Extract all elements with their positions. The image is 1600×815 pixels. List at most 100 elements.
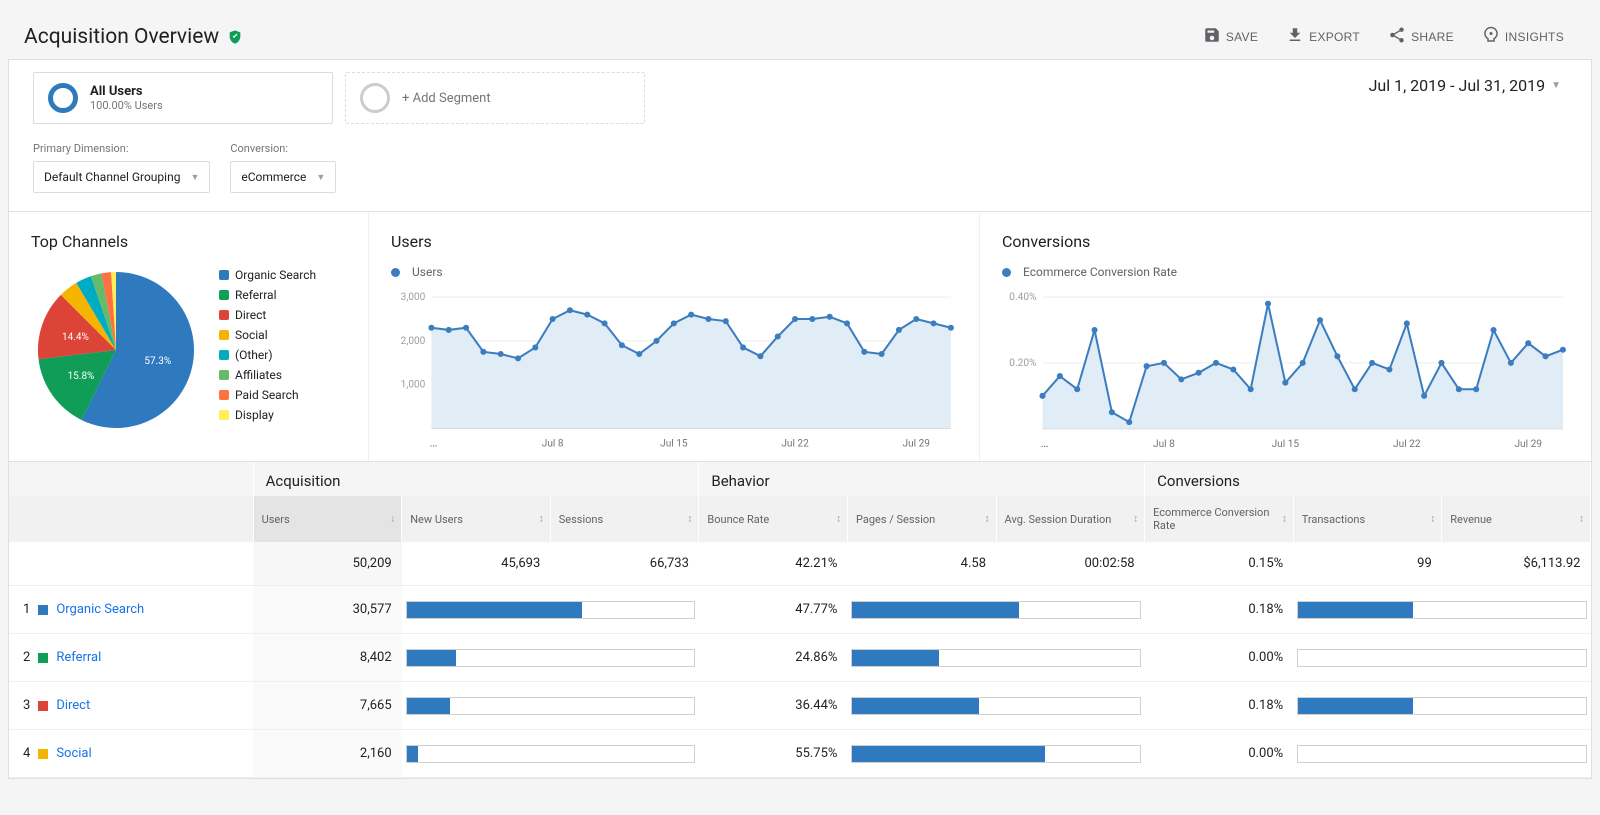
users-title: Users (391, 232, 957, 251)
table-row: 1 Organic Search 30,57747.77%0.18% (9, 586, 1591, 634)
legend-label: Display (235, 408, 274, 422)
svg-text:Jul 22: Jul 22 (1393, 439, 1421, 450)
bar (851, 601, 1140, 619)
bar (1297, 697, 1586, 715)
svg-text:1,000: 1,000 (401, 380, 426, 391)
page-title: Acquisition Overview (24, 25, 219, 49)
bar (406, 745, 695, 763)
svg-text:15.8%: 15.8% (68, 371, 95, 382)
table-row: 3 Direct 7,66536.44%0.18% (9, 682, 1591, 730)
save-button[interactable]: SAVE (1191, 18, 1270, 55)
users-panel: Users Users 1,0002,0003,000…Jul 8Jul 15J… (369, 212, 980, 461)
conversions-panel: Conversions Ecommerce Conversion Rate 0.… (980, 212, 1591, 461)
export-label: EXPORT (1309, 30, 1360, 44)
svg-text:Jul 8: Jul 8 (542, 439, 564, 450)
col-bounce[interactable]: Bounce Rate↕ (699, 496, 848, 542)
legend-swatch-icon (219, 290, 229, 300)
legend-item[interactable]: Organic Search (219, 265, 316, 285)
segment-name: All Users (90, 84, 163, 99)
top-channels-title: Top Channels (31, 232, 346, 251)
bar (406, 649, 695, 667)
legend-swatch-icon (219, 330, 229, 340)
svg-text:Jul 8: Jul 8 (1153, 439, 1175, 450)
legend-label: Social (235, 328, 268, 342)
segment-all-users[interactable]: All Users 100.00% Users (33, 72, 333, 124)
col-trans[interactable]: Transactions↕ (1293, 496, 1442, 542)
col-group-acquisition: Acquisition (253, 462, 699, 496)
legend-item[interactable]: Display (219, 405, 316, 425)
bar (1297, 601, 1586, 619)
caret-down-icon: ▼ (1551, 80, 1561, 91)
col-dur[interactable]: Avg. Session Duration↕ (996, 496, 1145, 542)
col-new-users[interactable]: New Users↕ (402, 496, 551, 542)
legend-item[interactable]: Social (219, 325, 316, 345)
bar (851, 697, 1140, 715)
row-swatch-icon (38, 701, 48, 711)
col-group-blank (9, 462, 253, 496)
segment-circle-empty-icon (360, 83, 390, 113)
row-channel-link[interactable]: Organic Search (56, 602, 144, 617)
row-channel-link[interactable]: Social (56, 746, 91, 761)
conversion-dropdown[interactable]: eCommerce ▼ (230, 161, 336, 193)
insights-button[interactable]: INSIGHTS (1470, 18, 1576, 55)
bar (851, 745, 1140, 763)
svg-text:Jul 22: Jul 22 (781, 439, 809, 450)
bar (1297, 745, 1586, 763)
col-blank[interactable] (9, 496, 253, 542)
col-users[interactable]: Users↓ (253, 496, 402, 542)
svg-text:Jul 29: Jul 29 (1514, 439, 1542, 450)
legend-item[interactable]: Paid Search (219, 385, 316, 405)
col-ecr[interactable]: Ecommerce Conversion Rate↕ (1145, 496, 1294, 542)
row-swatch-icon (38, 653, 48, 663)
top-channels-pie: 57.3%15.8%14.4% (31, 265, 201, 435)
legend-label: Organic Search (235, 268, 316, 282)
segment-circle-icon (48, 83, 78, 113)
verified-shield-icon (227, 29, 243, 45)
legend-item[interactable]: Referral (219, 285, 316, 305)
bar (406, 601, 695, 619)
date-range-picker[interactable]: Jul 1, 2019 - Jul 31, 2019 ▼ (1363, 60, 1567, 111)
legend-swatch-icon (219, 310, 229, 320)
export-button[interactable]: EXPORT (1274, 18, 1372, 55)
save-label: SAVE (1226, 30, 1258, 44)
dot-icon (1002, 268, 1011, 277)
conversion-value: eCommerce (241, 170, 306, 184)
share-icon (1388, 26, 1406, 47)
col-pps[interactable]: Pages / Session↕ (847, 496, 996, 542)
col-rev[interactable]: Revenue↕ (1442, 496, 1591, 542)
export-icon (1286, 26, 1304, 47)
dot-icon (391, 268, 400, 277)
row-channel-link[interactable]: Direct (56, 698, 90, 713)
users-legend: Users (391, 265, 957, 279)
primary-dimension-value: Default Channel Grouping (44, 170, 180, 184)
row-channel-link[interactable]: Referral (56, 650, 101, 665)
row-swatch-icon (38, 749, 48, 759)
legend-label: Paid Search (235, 388, 299, 402)
share-button[interactable]: SHARE (1376, 18, 1466, 55)
svg-text:57.3%: 57.3% (144, 356, 171, 367)
conversions-chart: 0.20%0.40%…Jul 8Jul 15Jul 22Jul 29 (1002, 289, 1569, 449)
legend-label: Direct (235, 308, 266, 322)
legend-label: Referral (235, 288, 277, 302)
top-channels-panel: Top Channels 57.3%15.8%14.4% Organic Sea… (9, 212, 369, 461)
legend-item[interactable]: Affiliates (219, 365, 316, 385)
caret-down-icon: ▼ (190, 172, 199, 183)
add-segment-button[interactable]: + Add Segment (345, 72, 645, 124)
bar (1297, 649, 1586, 667)
users-chart: 1,0002,0003,000…Jul 8Jul 15Jul 22Jul 29 (391, 289, 957, 449)
legend-label: Affiliates (235, 368, 282, 382)
svg-text:…: … (1040, 436, 1048, 450)
row-index: 1 (23, 602, 30, 617)
segment-subtitle: 100.00% Users (90, 99, 163, 112)
legend-item[interactable]: Direct (219, 305, 316, 325)
col-group-conversions: Conversions (1145, 462, 1591, 496)
insights-label: INSIGHTS (1505, 30, 1564, 44)
table-row: 4 Social 2,16055.75%0.00% (9, 730, 1591, 778)
primary-dimension-dropdown[interactable]: Default Channel Grouping ▼ (33, 161, 210, 193)
col-sessions[interactable]: Sessions↕ (550, 496, 699, 542)
conversion-label: Conversion: (230, 142, 336, 155)
caret-down-icon: ▼ (316, 172, 325, 183)
svg-text:3,000: 3,000 (401, 292, 426, 303)
conversions-legend: Ecommerce Conversion Rate (1002, 265, 1569, 279)
legend-item[interactable]: (Other) (219, 345, 316, 365)
